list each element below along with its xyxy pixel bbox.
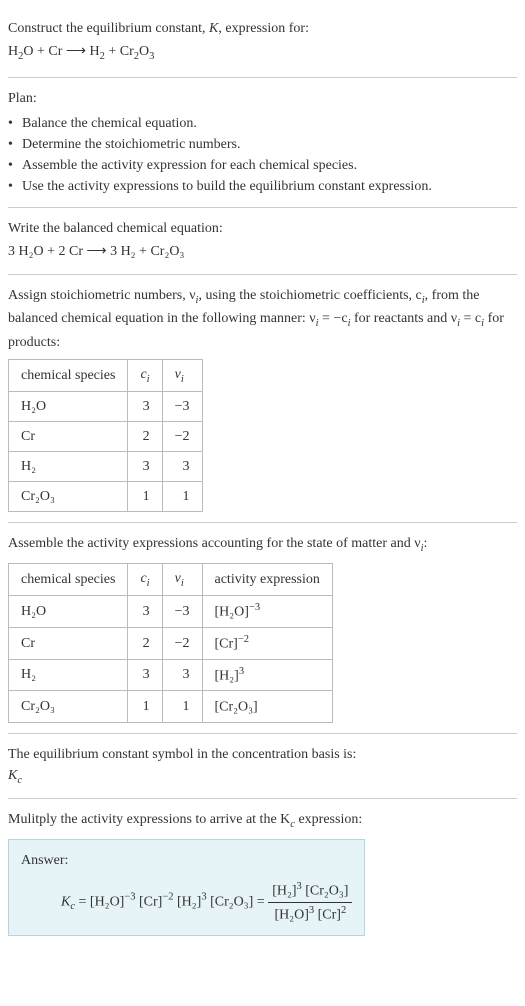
table-row: Cr2−2[Cr]−2 (9, 627, 333, 659)
unbalanced-equation: H2O + Cr ⟶ H2 + Cr2O3 (8, 41, 517, 65)
multiply-line: Mulitply the activity expressions to arr… (8, 809, 517, 833)
table-row: H₂O3−3[H₂O]−3 (9, 596, 333, 628)
cell-vi: −3 (162, 392, 202, 422)
cell-vi: 1 (162, 482, 202, 512)
kc-symbol-section: The equilibrium constant symbol in the c… (8, 734, 517, 800)
stoich-intro: Assign stoichiometric numbers, νi, using… (8, 285, 517, 353)
cell-species: H₂O (9, 392, 128, 422)
stoich-section: Assign stoichiometric numbers, νi, using… (8, 275, 517, 524)
table-row: Cr₂O₃11[Cr₂O₃] (9, 691, 333, 723)
cell-species: Cr (9, 422, 128, 452)
header-section: Construct the equilibrium constant, K, e… (8, 6, 517, 78)
cell-activity: [Cr₂O₃] (202, 691, 332, 723)
table-header-row: chemical species ci νi activity expressi… (9, 563, 333, 596)
cell-ci: 1 (128, 482, 162, 512)
cell-activity: [H₂O]−3 (202, 596, 332, 628)
kc-symbol-line: The equilibrium constant symbol in the c… (8, 744, 517, 765)
product-h2: H2 (89, 44, 104, 59)
table-header-row: chemical species ci νi (9, 359, 203, 392)
plan-item-text: Determine the stoichiometric numbers. (22, 134, 241, 155)
table-row: Cr₂O₃11 (9, 482, 203, 512)
table-row: H₂33 (9, 452, 203, 482)
prompt-text: Construct the equilibrium constant, K, e… (8, 21, 309, 36)
balanced-section: Write the balanced chemical equation: 3 … (8, 208, 517, 275)
cell-activity: [H₂]3 (202, 659, 332, 691)
table-row: H₂O3−3 (9, 392, 203, 422)
bullet-icon: • (8, 176, 16, 197)
plan-item-text: Use the activity expressions to build th… (22, 176, 432, 197)
plan-item-text: Assemble the activity expression for eac… (22, 155, 357, 176)
table-row: H₂33[H₂]3 (9, 659, 333, 691)
cell-species: H₂O (9, 596, 128, 628)
col-ci: ci (128, 359, 162, 392)
reactant-h2o: H2O + Cr (8, 44, 62, 59)
cell-species: Cr (9, 627, 128, 659)
cell-vi: −2 (162, 627, 202, 659)
cell-activity: [Cr]−2 (202, 627, 332, 659)
cell-vi: −3 (162, 596, 202, 628)
prompt-line: Construct the equilibrium constant, K, e… (8, 18, 517, 39)
cell-vi: 3 (162, 659, 202, 691)
product-cr2o3: + Cr2O3 (105, 44, 155, 59)
col-vi: νi (162, 563, 202, 596)
bullet-icon: • (8, 113, 16, 134)
cell-ci: 2 (128, 627, 162, 659)
cell-ci: 2 (128, 422, 162, 452)
arrow-icon: ⟶ (62, 44, 89, 59)
col-activity: activity expression (202, 563, 332, 596)
cell-species: Cr₂O₃ (9, 691, 128, 723)
cell-species: Cr₂O₃ (9, 482, 128, 512)
kc-expression: Kc = [H₂O]−3 [Cr]−2 [H₂]3 [Cr₂O₃] = [H₂]… (21, 879, 352, 925)
plan-item: • Balance the chemical equation. (8, 113, 517, 134)
plan-item: • Assemble the activity expression for ea… (8, 155, 517, 176)
col-ci: ci (128, 563, 162, 596)
cell-vi: −2 (162, 422, 202, 452)
fraction: [H₂]3 [Cr₂O₃][H₂O]3 [Cr]2 (268, 879, 352, 925)
cell-vi: 3 (162, 452, 202, 482)
cell-ci: 3 (128, 596, 162, 628)
cell-species: H₂ (9, 452, 128, 482)
col-species: chemical species (9, 563, 128, 596)
answer-section: Mulitply the activity expressions to arr… (8, 799, 517, 946)
plan-item: • Use the activity expressions to build t… (8, 176, 517, 197)
kc-symbol: Kc (8, 765, 517, 789)
answer-box: Answer: Kc = [H₂O]−3 [Cr]−2 [H₂]3 [Cr₂O₃… (8, 839, 365, 936)
plan-item-text: Balance the chemical equation. (22, 113, 197, 134)
bullet-icon: • (8, 155, 16, 176)
activity-table: chemical species ci νi activity expressi… (8, 563, 333, 723)
cell-ci: 1 (128, 691, 162, 723)
answer-label: Answer: (21, 850, 352, 871)
balanced-equation: 3 H₂O + 2 Cr ⟶ 3 H₂ + Cr₂O₃ (8, 241, 517, 262)
cell-vi: 1 (162, 691, 202, 723)
activity-section: Assemble the activity expressions accoun… (8, 523, 517, 734)
plan-title: Plan: (8, 88, 517, 109)
table-row: Cr2−2 (9, 422, 203, 452)
activity-intro: Assemble the activity expressions accoun… (8, 533, 517, 557)
cell-species: H₂ (9, 659, 128, 691)
col-species: chemical species (9, 359, 128, 392)
cell-ci: 3 (128, 392, 162, 422)
bullet-icon: • (8, 134, 16, 155)
stoich-table: chemical species ci νi H₂O3−3 Cr2−2 H₂33… (8, 359, 203, 513)
plan-section: Plan: • Balance the chemical equation. • D… (8, 78, 517, 208)
plan-list: • Balance the chemical equation. • Determi… (8, 113, 517, 197)
col-vi: νi (162, 359, 202, 392)
plan-item: • Determine the stoichiometric numbers. (8, 134, 517, 155)
cell-ci: 3 (128, 659, 162, 691)
balanced-title: Write the balanced chemical equation: (8, 218, 517, 239)
cell-ci: 3 (128, 452, 162, 482)
